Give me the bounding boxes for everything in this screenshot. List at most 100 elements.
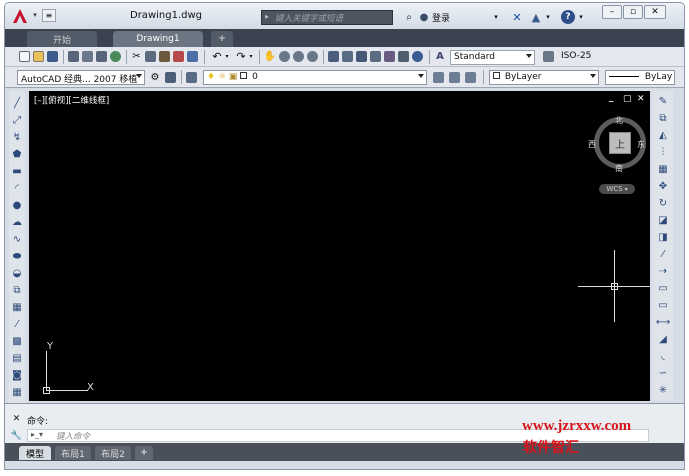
explode-icon[interactable]: ✳ [657, 384, 669, 396]
tab-start[interactable]: 开始 [27, 31, 97, 47]
color-select[interactable]: ByLayer [489, 70, 599, 85]
user-icon[interactable]: ● [418, 11, 430, 23]
cut-icon[interactable]: ✂ [131, 51, 142, 62]
copy-icon[interactable] [145, 51, 156, 62]
tab-drawing1[interactable]: Drawing1 [113, 31, 203, 47]
block-editor-icon[interactable] [187, 51, 198, 62]
make-block-icon[interactable]: ▦ [11, 301, 23, 313]
tab-new-drawing[interactable]: + [211, 31, 233, 47]
viewcube-east[interactable]: 东 [637, 139, 645, 150]
make-current-layer-icon[interactable] [433, 72, 444, 83]
help-dropdown-icon[interactable]: ▾ [577, 13, 585, 21]
zoom-previous-icon[interactable] [307, 51, 318, 62]
search-box[interactable]: ▸ 键入关键字或短语 [261, 10, 393, 25]
layer-properties-icon[interactable] [165, 72, 176, 83]
stay-connected-icon[interactable]: ▲ [529, 10, 543, 24]
gradient-icon[interactable]: ▤ [11, 352, 23, 364]
text-style-select[interactable]: Standard [450, 50, 535, 65]
layer-previous-icon[interactable] [449, 72, 460, 83]
open-icon[interactable] [33, 51, 44, 62]
viewport-restore-button[interactable]: ▢ [623, 94, 632, 104]
extend-icon[interactable]: ⇢ [657, 265, 669, 277]
tab-layout1[interactable]: 布局1 [55, 446, 91, 460]
command-customize-icon[interactable]: 🔧 [11, 430, 22, 441]
insert-block-icon[interactable]: ⧉ [11, 284, 23, 296]
region-icon[interactable]: ◙ [11, 369, 23, 381]
viewcube-south[interactable]: 南 [615, 163, 623, 174]
rectangle-icon[interactable]: ▬ [11, 165, 23, 177]
ellipse-icon[interactable]: ⬬ [11, 250, 23, 262]
sheet-set-icon[interactable] [370, 51, 381, 62]
app-menu-button[interactable] [9, 6, 31, 26]
tool-palettes-icon[interactable] [356, 51, 367, 62]
undo-icon[interactable]: ↶ [211, 50, 223, 63]
move-icon[interactable]: ✥ [657, 180, 669, 192]
copy-object-icon[interactable]: ⧉ [657, 112, 669, 124]
erase-icon[interactable]: ✎ [657, 95, 669, 107]
dim-style-select[interactable]: ISO-25 [558, 50, 634, 65]
zoom-realtime-icon[interactable] [279, 51, 290, 62]
rotate-icon[interactable]: ↻ [657, 197, 669, 209]
markup-icon[interactable] [384, 51, 395, 62]
command-input[interactable]: 键入命令 [56, 430, 90, 442]
arc-icon[interactable]: ◜ [11, 182, 23, 194]
new-icon[interactable] [19, 51, 30, 62]
3dprint-icon[interactable] [110, 51, 121, 62]
minimize-button[interactable]: – [602, 5, 622, 19]
workspace-select[interactable]: AutoCAD 经典... 2007 移植 [17, 70, 145, 85]
mirror-icon[interactable]: ◭ [657, 129, 669, 141]
layer-isolate-icon[interactable] [465, 72, 476, 83]
redo-icon[interactable]: ↷ [235, 50, 247, 63]
viewport-close-button[interactable]: ✕ [637, 94, 645, 104]
polygon-icon[interactable]: ⬟ [11, 148, 23, 160]
binoculars-icon[interactable]: ⌕ [402, 11, 416, 23]
revision-cloud-icon[interactable]: ☁ [11, 216, 23, 228]
workspace-settings-icon[interactable]: ⚙ [149, 71, 161, 83]
text-style-icon[interactable]: A [434, 50, 446, 62]
break-icon[interactable]: ▭ [657, 299, 669, 311]
quick-access-toolbar-button[interactable]: ≡ [42, 9, 56, 22]
wcs-menu[interactable]: WCS ▾ [599, 184, 635, 194]
properties-icon[interactable] [328, 51, 339, 62]
array-icon[interactable]: ▦ [657, 163, 669, 175]
search-input[interactable]: 键入关键字或短语 [275, 12, 343, 24]
command-prompt-icon[interactable]: ▸_▾ [31, 430, 43, 439]
viewcube-west[interactable]: 西 [588, 139, 596, 150]
calculator-icon[interactable] [398, 51, 409, 62]
hatch-icon[interactable]: ▩ [11, 335, 23, 347]
viewport-minimize-button[interactable]: _ [609, 93, 614, 103]
viewport-controls-label[interactable]: [–][俯视][二维线框] [34, 94, 109, 106]
scale-icon[interactable]: ◪ [657, 214, 669, 226]
fillet-icon[interactable]: ◟ [657, 350, 669, 362]
match-properties-icon[interactable] [173, 51, 184, 62]
zoom-window-icon[interactable] [293, 51, 304, 62]
login-dropdown-icon[interactable]: ▾ [492, 13, 500, 21]
design-center-icon[interactable] [342, 51, 353, 62]
join-icon[interactable]: ⟷ [656, 316, 670, 328]
table-icon[interactable]: ▦ [11, 386, 23, 398]
maximize-button[interactable]: ▫ [623, 5, 643, 19]
line-icon[interactable]: ╱ [11, 97, 23, 109]
tab-new-layout[interactable]: + [135, 446, 153, 460]
blend-curves-icon[interactable]: ∽ [657, 367, 669, 379]
break-at-point-icon[interactable]: ▭ [657, 282, 669, 294]
tab-layout2[interactable]: 布局2 [95, 446, 131, 460]
undo-dropdown-icon[interactable]: ▾ [224, 52, 230, 60]
tab-model[interactable]: 模型 [19, 446, 51, 460]
circle-icon[interactable]: ● [11, 199, 23, 211]
spline-icon[interactable]: ∿ [11, 233, 23, 245]
linetype-select[interactable]: ByLay [605, 70, 675, 85]
chamfer-icon[interactable]: ◢ [657, 333, 669, 345]
close-button[interactable]: ✕ [644, 5, 666, 19]
save-icon[interactable] [47, 51, 58, 62]
drawing-canvas[interactable]: [–][俯视][二维线框] _ ▢ ✕ 上 北 南 东 西 WCS ▾ Y X [29, 91, 650, 401]
dim-style-icon[interactable] [543, 51, 554, 62]
plot-icon[interactable] [68, 51, 79, 62]
exchange-apps-icon[interactable]: ✕ [510, 10, 524, 24]
login-button[interactable]: 登录 [432, 11, 450, 24]
viewcube-top-face[interactable]: 上 [609, 132, 631, 154]
redo-dropdown-icon[interactable]: ▾ [248, 52, 254, 60]
pan-icon[interactable]: ✋ [264, 50, 276, 62]
ellipse-arc-icon[interactable]: ◒ [11, 267, 23, 279]
offset-icon[interactable]: ⫶ [657, 146, 669, 158]
